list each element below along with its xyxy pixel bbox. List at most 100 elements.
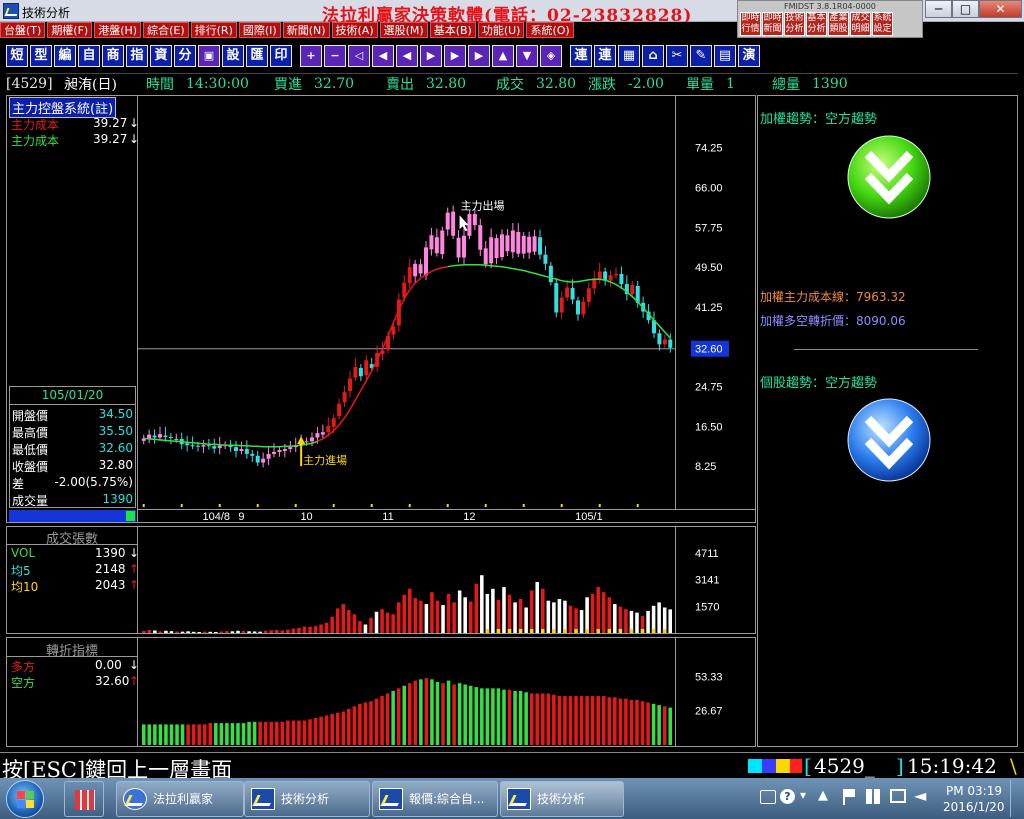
stock-code[interactable]: [4529] (6, 76, 64, 92)
volume-bar (452, 602, 456, 633)
toolbar-button[interactable]: ▶ (420, 45, 442, 67)
toolbar-button[interactable]: ▲ (492, 45, 514, 67)
toolbar-button[interactable]: ◀ (372, 45, 394, 67)
toolbar-button[interactable]: ▼ (516, 45, 538, 67)
menu-item[interactable]: 系統(O) (526, 22, 574, 38)
quick-launch-button[interactable]: 成交明細 (850, 12, 871, 36)
toolbar-button[interactable]: 編 (54, 45, 76, 67)
menu-item[interactable]: 選股(M) (379, 22, 428, 38)
toolbar-button[interactable]: ✂ (666, 45, 688, 67)
toolbar-button[interactable]: 商 (102, 45, 124, 67)
turn-bar (191, 724, 196, 745)
volume-bar (513, 602, 517, 633)
volume-bar (374, 611, 379, 633)
quick-launch-button[interactable]: 產業類股 (828, 12, 849, 36)
volume-bar (225, 631, 229, 633)
candle-body (576, 300, 580, 315)
volume-bar (607, 597, 612, 633)
network-icon[interactable] (890, 789, 906, 803)
quick-launch-button[interactable]: 即時行情 (740, 12, 761, 36)
toolbar-button[interactable]: ◀ (396, 45, 418, 67)
toolbar-button[interactable]: 資 (150, 45, 172, 67)
toolbar-button[interactable]: ▣ (198, 45, 220, 67)
menu-item[interactable]: 國際(I) (238, 22, 281, 38)
menu-item[interactable]: 技術(A) (331, 22, 378, 38)
turn-bar (529, 693, 534, 745)
candle-body (570, 287, 575, 300)
menu-item[interactable]: 基本(B) (429, 22, 476, 38)
tray-chevron-icon[interactable]: ▾ (800, 788, 806, 802)
volume-bar (646, 610, 650, 633)
menu-item[interactable]: 新聞(N) (282, 22, 330, 38)
menu-item[interactable]: 台盤(T) (0, 22, 46, 38)
volume-bar (297, 627, 301, 633)
toolbar-button[interactable]: 分 (174, 45, 196, 67)
menu-item[interactable]: 期權(F) (47, 22, 93, 38)
volume-marker (662, 629, 667, 633)
keyboard-icon[interactable] (760, 790, 776, 804)
volume-bar (208, 631, 213, 633)
toolbar-button[interactable]: − (324, 45, 346, 67)
quick-launch-button[interactable]: 即時新聞 (762, 12, 783, 36)
menu-item[interactable]: 綜合(E) (143, 22, 189, 38)
toolbar-button[interactable]: + (300, 45, 322, 67)
toolbar-button[interactable]: 匯 (246, 45, 268, 67)
code-input[interactable]: 4529_ (814, 754, 875, 778)
quick-launch-button[interactable]: 系統設定 (872, 12, 893, 36)
turn-chart: 53.33 26.67 (142, 671, 723, 745)
start-button[interactable] (6, 780, 44, 818)
flag-icon[interactable] (843, 789, 857, 805)
toolbar-button[interactable]: ▶ (468, 45, 490, 67)
candle-body (326, 425, 331, 433)
toolbar-button[interactable]: 設 (222, 45, 244, 67)
toolbar-button[interactable]: ◈ (540, 45, 562, 67)
tray-time[interactable]: PM 03:19 (946, 784, 1002, 798)
taskbar-item[interactable]: 法拉利贏家 (116, 781, 244, 817)
show-desktop-button[interactable] (1010, 780, 1022, 817)
volume-icon[interactable]: ◄ (914, 786, 926, 805)
quick-launch-button[interactable]: 技術分析 (784, 12, 805, 36)
toolbar-button[interactable]: 短 (6, 45, 28, 67)
price-tick: 8.25 (695, 461, 716, 473)
toolbar-button[interactable]: 演 (738, 45, 760, 67)
toolbar-button[interactable]: 印 (270, 45, 292, 67)
windows-icon[interactable] (866, 789, 881, 804)
taskbar-item[interactable]: 技術分析 (500, 781, 624, 817)
toolbar-button[interactable]: 型 (30, 45, 52, 67)
signal-tick (484, 504, 487, 507)
help-icon[interactable]: ? (780, 789, 795, 804)
toolbar-button[interactable]: ◁ (348, 45, 370, 67)
volume-chart: 4711 3141 1570 (142, 548, 719, 633)
toolbar-button[interactable]: ▦ (618, 45, 640, 67)
turn-bar (275, 721, 279, 745)
exit-annotation: 主力出場 (461, 198, 505, 212)
volume-bar (197, 631, 201, 633)
turn-tick: 53.33 (695, 671, 723, 683)
tray-date[interactable]: 2016/1/20 (943, 800, 1005, 814)
toolbar-button[interactable]: ▤ (714, 45, 736, 67)
toolbar-button[interactable]: 自 (78, 45, 100, 67)
minimize-button[interactable]: ─ (925, 0, 952, 18)
toolbar-button[interactable]: ⌂ (642, 45, 664, 67)
toolbar-button[interactable]: 指 (126, 45, 148, 67)
volume-marker (507, 629, 512, 633)
maximize-button[interactable]: □ (952, 0, 979, 18)
tray-up-icon[interactable]: ▲ (818, 788, 828, 803)
toolbar-button[interactable]: ✎ (690, 45, 712, 67)
taskbar-item[interactable]: 報價:綜合自... (372, 781, 498, 817)
taskbar-item[interactable]: 技術分析 (244, 781, 370, 817)
time-label: 時間 (146, 76, 174, 93)
close-button[interactable]: ✕ (979, 0, 1022, 18)
toolbar-button[interactable]: 連 (594, 45, 616, 67)
date-tick: 12 (463, 511, 475, 522)
volume-marker (574, 629, 578, 633)
taskbar-apps-grid[interactable] (64, 781, 104, 817)
volume-bar (330, 616, 334, 633)
menu-item[interactable]: 港盤(H) (94, 22, 142, 38)
toolbar-button[interactable]: 連 (570, 45, 592, 67)
toolbar-button[interactable]: ▶ (444, 45, 466, 67)
menu-item[interactable]: 功能(U) (477, 22, 525, 38)
app-window: 技術分析 法拉利贏家決策軟體(電話：02-23832828) ─ □ ✕ FMI… (0, 0, 1024, 819)
quick-launch-button[interactable]: 基本分析 (806, 12, 827, 36)
menu-item[interactable]: 排行(R) (190, 22, 237, 38)
